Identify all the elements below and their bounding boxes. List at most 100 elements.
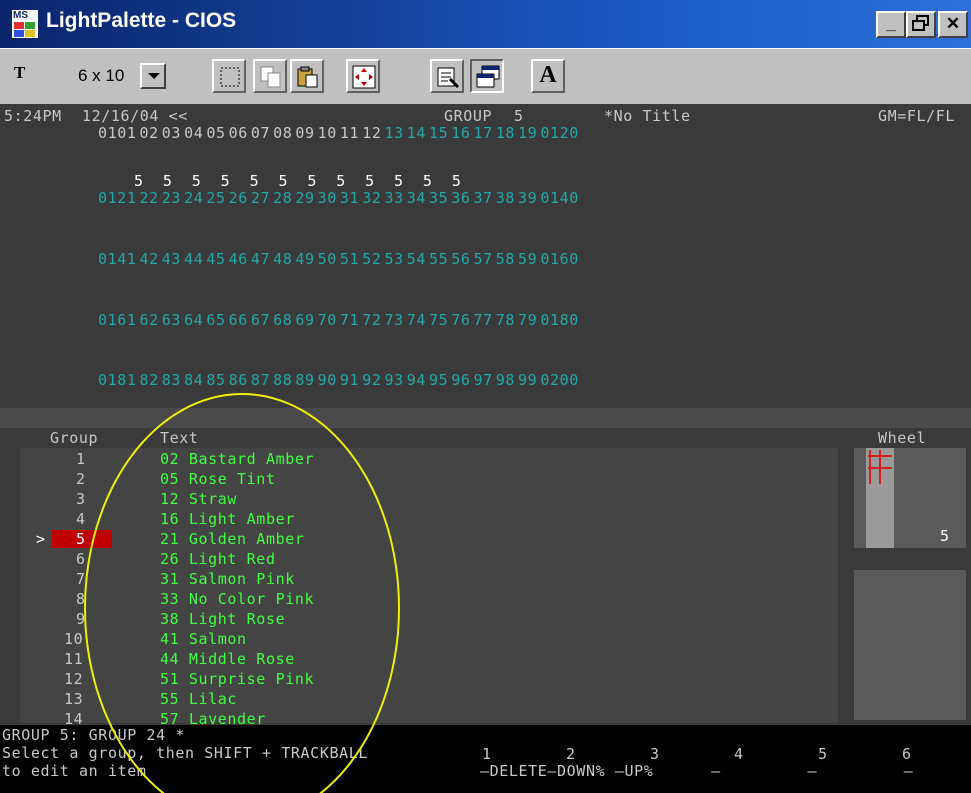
channel-number[interactable]: 78 [496,311,515,329]
group-number[interactable]: 5 [76,530,86,548]
channel-number[interactable]: 11 [340,124,359,142]
channel-number[interactable]: 44 [184,250,203,268]
group-text[interactable]: 51 Surprise Pink [160,670,314,688]
channel-number[interactable]: 02 [140,124,159,142]
group-text[interactable]: 33 No Color Pink [160,590,314,608]
channel-number[interactable]: 04 [184,124,203,142]
channel-number[interactable]: 51 [340,250,359,268]
channel-number[interactable]: 33 [384,189,403,207]
channel-number[interactable]: 0101 [98,124,137,142]
title-bar[interactable]: MS LightPalette - CIOS _ ✕ [0,0,971,48]
softkey-number[interactable]: 1 [482,745,492,763]
channel-number[interactable]: 12 [362,124,381,142]
channel-number[interactable]: 29 [295,189,314,207]
channel-number[interactable]: 52 [362,250,381,268]
channel-number[interactable]: 74 [407,311,426,329]
channel-number[interactable]: 96 [451,371,470,389]
channel-number[interactable]: 70 [318,311,337,329]
channel-number[interactable]: 18 [496,124,515,142]
channel-number[interactable]: 83 [162,371,181,389]
channel-number[interactable]: 32 [362,189,381,207]
channel-number[interactable]: 08 [273,124,292,142]
group-number[interactable]: 13 [64,690,83,708]
group-text[interactable]: 21 Golden Amber [160,530,304,548]
channel-number[interactable]: 72 [362,311,381,329]
channel-number[interactable]: 94 [407,371,426,389]
window-layout-button[interactable] [470,59,504,93]
channel-number[interactable]: 37 [474,189,493,207]
channel-number[interactable]: 17 [474,124,493,142]
channel-number[interactable]: 69 [295,311,314,329]
group-number[interactable]: 8 [76,590,86,608]
channel-number[interactable]: 92 [362,371,381,389]
channel-number[interactable]: 46 [229,250,248,268]
maximize-button[interactable] [906,11,936,38]
channel-number[interactable]: 15 [429,124,448,142]
channel-number[interactable]: 0161 [98,311,137,329]
group-text[interactable]: 26 Light Red [160,550,276,568]
channel-number[interactable]: 30 [318,189,337,207]
channel-number[interactable]: 0141 [98,250,137,268]
channel-number[interactable]: 31 [340,189,359,207]
group-number[interactable]: 7 [76,570,86,588]
softkey-number[interactable]: 3 [650,745,660,763]
channel-number[interactable]: 90 [318,371,337,389]
group-number[interactable]: 2 [76,470,86,488]
channel-number[interactable]: 48 [273,250,292,268]
group-text[interactable]: 05 Rose Tint [160,470,276,488]
channel-number[interactable]: 82 [140,371,159,389]
channel-number[interactable]: 79 [518,311,537,329]
channel-number[interactable]: 42 [140,250,159,268]
channel-number[interactable]: 0121 [98,189,137,207]
channel-number[interactable]: 0200 [540,371,579,389]
channel-number[interactable]: 98 [496,371,515,389]
channel-number[interactable]: 49 [295,250,314,268]
group-text[interactable]: 12 Straw [160,490,237,508]
minimize-button[interactable]: _ [876,11,906,38]
channel-number[interactable]: 58 [496,250,515,268]
channel-number[interactable]: 73 [384,311,403,329]
channel-number[interactable]: 86 [229,371,248,389]
group-number[interactable]: 6 [76,550,86,568]
channel-number[interactable]: 87 [251,371,270,389]
channel-number[interactable]: 84 [184,371,203,389]
channel-number[interactable]: 0140 [540,189,579,207]
copy-button[interactable] [253,59,287,93]
channel-number[interactable]: 59 [518,250,537,268]
channel-number[interactable]: 19 [518,124,537,142]
group-list-panel[interactable] [20,448,838,723]
channel-number[interactable]: 14 [407,124,426,142]
channel-number[interactable]: 07 [251,124,270,142]
wheel-slider[interactable] [866,448,894,548]
channel-number[interactable]: 35 [429,189,448,207]
channel-number[interactable]: 85 [206,371,225,389]
channel-number[interactable]: 39 [518,189,537,207]
channel-number[interactable]: 75 [429,311,448,329]
channel-number[interactable]: 36 [451,189,470,207]
channel-number[interactable]: 91 [340,371,359,389]
channel-number[interactable]: 06 [229,124,248,142]
channel-number[interactable]: 93 [384,371,403,389]
channel-number[interactable]: 76 [451,311,470,329]
channel-number[interactable]: 65 [206,311,225,329]
channel-number[interactable]: 16 [451,124,470,142]
channel-number[interactable]: 10 [318,124,337,142]
channel-number[interactable]: 89 [295,371,314,389]
channel-number[interactable]: 45 [206,250,225,268]
channel-number[interactable]: 0120 [540,124,579,142]
group-number[interactable]: 9 [76,610,86,628]
group-number[interactable]: 3 [76,490,86,508]
softkey-number[interactable]: 6 [902,745,912,763]
group-number[interactable]: 1 [76,450,86,468]
properties-button[interactable] [430,59,464,93]
channel-number[interactable]: 77 [474,311,493,329]
channel-number[interactable]: 27 [251,189,270,207]
channel-number[interactable]: 0160 [540,250,579,268]
group-text[interactable]: 41 Salmon [160,630,247,648]
channel-number[interactable]: 71 [340,311,359,329]
group-number[interactable]: 11 [64,650,83,668]
channel-number[interactable]: 34 [407,189,426,207]
channel-number[interactable]: 62 [140,311,159,329]
softkey-number[interactable]: 2 [566,745,576,763]
channel-number[interactable]: 95 [429,371,448,389]
